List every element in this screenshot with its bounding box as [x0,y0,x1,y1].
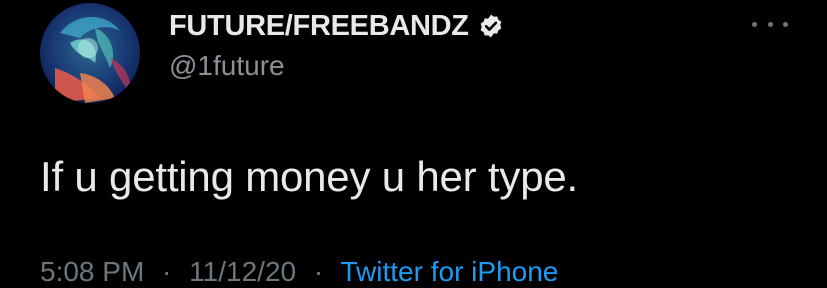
display-name[interactable]: FUTURE/FREEBANDZ [169,10,469,43]
meta-separator: · [313,256,324,287]
avatar-image [40,3,140,103]
tweet-text: If u getting money u her type. [40,153,578,200]
dot [783,21,788,27]
verified-badge-icon [478,13,504,39]
dot [752,21,757,27]
ellipsis-icon[interactable] [752,12,788,36]
dot [767,21,773,27]
avatar[interactable] [40,3,140,103]
tweet-date[interactable]: 11/12/20 [189,256,296,287]
author-row[interactable]: FUTURE/FREEBANDZ [169,9,504,43]
tweet-card: FUTURE/FREEBANDZ @1future If u getting m… [0,0,827,287]
meta-separator: · [162,256,172,287]
tweet-time[interactable]: 5:08 PM [40,256,144,287]
tweet-meta: 5:08 PM · 11/12/20 · Twitter for iPhone [40,256,558,288]
author-handle[interactable]: @1future [169,50,285,82]
tweet-source-link[interactable]: Twitter for iPhone [340,256,558,287]
